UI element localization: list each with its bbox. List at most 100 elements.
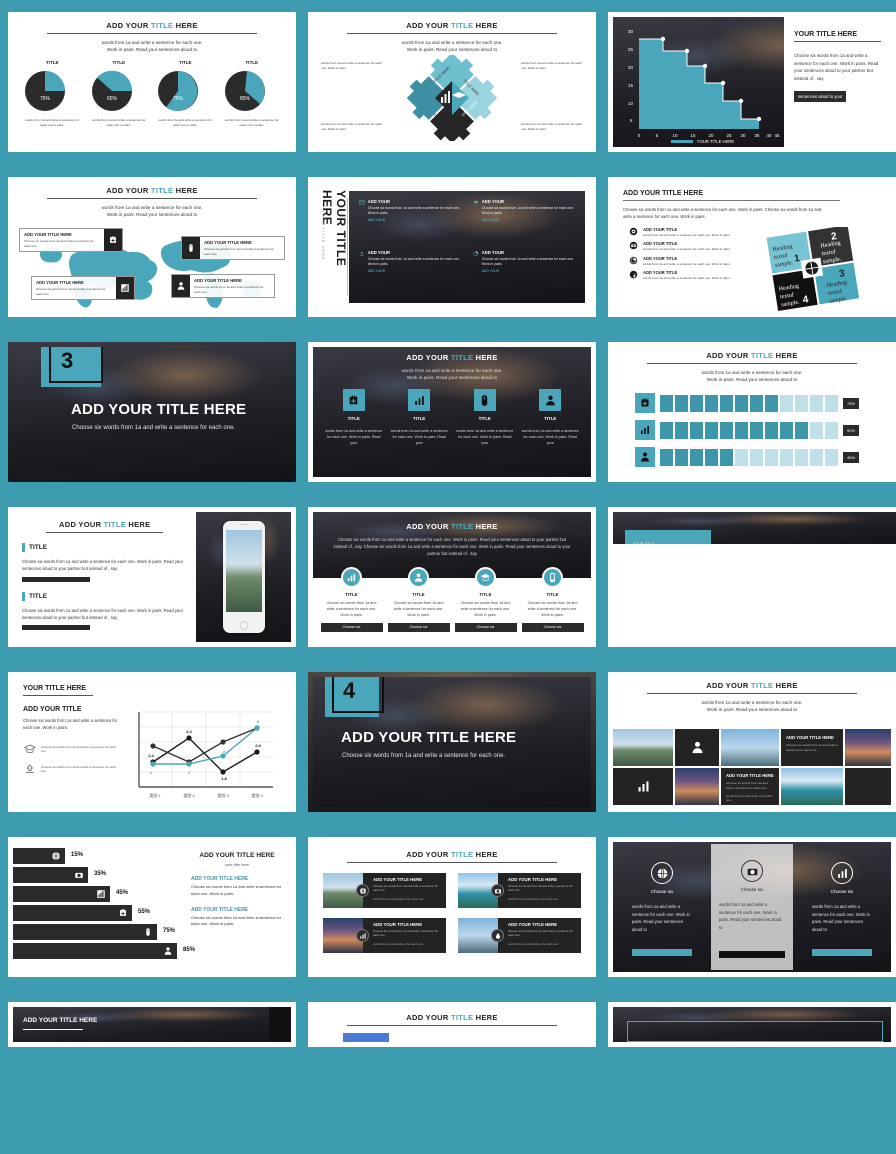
legend-text: Choose six words from 1a and write a sen… xyxy=(41,765,121,773)
image-card[interactable]: ADD YOUR TITLE HERE Choose six words fro… xyxy=(458,918,581,953)
slide-thumbnail-section-4[interactable]: 4 ADD YOUR TITLE HERE Choose six words f… xyxy=(308,672,596,812)
vertical-subtitle: YOUR TITLE HERE xyxy=(321,210,326,261)
title-prefix: ADD YOUR xyxy=(406,850,451,859)
card-title: ADD YOUR TITLE HERE xyxy=(786,735,838,740)
card-title: ADD YOUR TITLE HERE xyxy=(373,877,441,882)
slide-thumbnail-four-icon-dark[interactable]: ADD YOUR TITLE HERE words from 1a and wr… xyxy=(308,342,596,482)
block-body: Choose six words from 1a and write a sen… xyxy=(368,257,461,267)
panel-button[interactable]: sentences aloud to your xyxy=(794,91,846,102)
block-body: Choose six words from 1a and write a sen… xyxy=(368,206,461,216)
callout-body: Choose six words from 1a and write a sen… xyxy=(24,239,100,248)
column-body: Choose six words from 1a and write a sen… xyxy=(321,601,383,619)
glass-panel[interactable]: Choose six words from 1a and write a sen… xyxy=(711,844,793,970)
circle-column: TITLE Choose six words from 1a and write… xyxy=(522,567,584,632)
glass-panel[interactable]: Choose six words from 1a and write a sen… xyxy=(805,848,879,966)
svg-text:25: 25 xyxy=(727,133,732,138)
image-card[interactable]: ADD YOUR TITLE HERE Choose six words fro… xyxy=(323,918,446,953)
column-button[interactable]: Choose six xyxy=(522,623,584,632)
image-card[interactable]: ADD YOUR TITLE HERE Choose six words fro… xyxy=(458,873,581,908)
glass-panel[interactable]: Choose six words from 1a and write a sen… xyxy=(625,848,699,966)
column-button[interactable]: Choose six xyxy=(455,623,517,632)
page-title: ADD YOUR TITLE HERE xyxy=(191,852,283,859)
pie-item: TITLE 75% words from 1a and write a sent… xyxy=(22,60,82,127)
slide-canvas: YOUR TITLE HERE YOUR TITLE HERE ADD YOUR… xyxy=(313,182,591,312)
slide-thumbnail-four-image-cards[interactable]: ADD YOUR TITLE HERE ADD YOUR TITLE HERE … xyxy=(308,837,596,977)
column-button[interactable]: Choose six xyxy=(321,623,383,632)
slide-thumbnail-photo-mosaic[interactable]: ADD YOUR TITLE HERE words from 1a and wr… xyxy=(608,672,896,812)
slide-thumbnail-vertical-title[interactable]: YOUR TITLE HERE YOUR TITLE HERE ADD YOUR… xyxy=(308,177,596,317)
panel-button[interactable] xyxy=(719,951,785,958)
phone-screen-image xyxy=(226,530,262,612)
teal-card: YOUR TITLE ADD YOUR TITLE HERE words fro… xyxy=(625,530,711,544)
page-title: ADD YOUR TITLE HERE xyxy=(313,1007,591,1022)
subtitle: words from 1a and write a sentence for e… xyxy=(13,39,291,53)
icon-column: TITLE words from 1a and write a sentence… xyxy=(521,389,579,446)
title-accent: TITLE xyxy=(451,353,473,362)
slide-thumbnail-teal-card[interactable]: YOUR TITLE ADD YOUR TITLE HERE words fro… xyxy=(608,507,896,647)
block-link[interactable]: ADD YOUR xyxy=(368,269,461,273)
list-item[interactable]: ADD YOUR TITLE words from 1a and write a… xyxy=(629,270,766,280)
title-prefix: ADD YOUR xyxy=(406,21,451,30)
list-item[interactable]: ADD YOUR TITLE words from 1a and write a… xyxy=(629,241,766,251)
card-extra: words from 1a and write a for each one xyxy=(508,942,576,946)
slide-thumbnail-section-3[interactable]: 3 ADD YOUR TITLE HERE Choose six words f… xyxy=(8,342,296,482)
map-callout[interactable]: ADD YOUR TITLE HERE Choose six words fro… xyxy=(181,236,285,260)
globe-icon xyxy=(51,851,61,861)
icon-column: TITLE words from 1a and write a sentence… xyxy=(456,389,514,446)
slide-thumbnail-phone-mockup[interactable]: ADD YOUR TITLE HERE TITLE Choose six wor… xyxy=(8,507,296,647)
subtitle: words from 1a and write a sentence for e… xyxy=(13,204,291,218)
photo-text-block: ADD YOUR Choose six words from 1a and wr… xyxy=(359,250,461,295)
home-button[interactable] xyxy=(239,621,248,630)
panel-button[interactable] xyxy=(632,949,692,956)
panel-button[interactable] xyxy=(812,949,872,956)
map-callout[interactable]: ADD YOUR TITLE HERE Choose six words fro… xyxy=(171,274,275,298)
slide-thumbnail-glass-panels[interactable]: Choose six words from 1a and write a sen… xyxy=(608,837,896,977)
svg-text:类别 3: 类别 3 xyxy=(217,792,229,798)
callout-title: ADD YOUR TITLE HERE xyxy=(194,278,270,283)
slide-thumbnail-circle-icons[interactable]: ADD YOUR TITLE HERE Choose six words fro… xyxy=(308,507,596,647)
title-divider xyxy=(647,693,857,694)
list-item[interactable]: ADD YOUR TITLE words from 1a and write a… xyxy=(629,227,766,237)
bar-row: 35% xyxy=(13,867,88,883)
page-title: ADD YOUR TITLE HERE xyxy=(13,17,291,30)
column-label: TITLE xyxy=(390,416,448,421)
title-accent: TITLE xyxy=(751,681,773,690)
map-callout[interactable]: ADD YOUR TITLE HERE Choose six words fro… xyxy=(19,228,123,252)
image-card[interactable]: ADD YOUR TITLE HERE Choose six words fro… xyxy=(323,873,446,908)
slide-thumbnail-segmented-progress[interactable]: ADD YOUR TITLE HERE words from 1a and wr… xyxy=(608,342,896,482)
block-link[interactable]: ADD YOUR xyxy=(368,218,461,222)
legend-item: Choose six words from 1a and write a sen… xyxy=(23,742,121,756)
pie-caption: words from 1a and write a sentence for e… xyxy=(155,118,215,127)
svg-text:2.8: 2.8 xyxy=(255,743,261,748)
svg-text:10: 10 xyxy=(628,101,633,106)
map-callout[interactable]: ADD YOUR TITLE HERE Choose six words fro… xyxy=(31,276,135,300)
block-title: TITLE xyxy=(29,544,47,551)
slide-thumbnail-pie-chart[interactable]: ADD YOUR TITLE HERE words from 1a and wr… xyxy=(8,12,296,152)
svg-text:0: 0 xyxy=(638,133,641,138)
page-title: ADD YOUR TITLE HERE xyxy=(313,347,591,362)
block-link[interactable]: ADD YOUR xyxy=(482,218,575,222)
svg-text:20: 20 xyxy=(628,65,633,70)
card-body: Choose six words from 1a and write a sen… xyxy=(508,884,576,893)
column-button[interactable]: Choose six xyxy=(388,623,450,632)
block-body: Choose six words from 1a and write a sen… xyxy=(22,607,187,622)
pie-label: TITLE xyxy=(89,60,149,65)
slide-thumbnail-step-chart[interactable]: 302520 15105 051015 20253035 4045 xyxy=(608,12,896,152)
slide-thumbnail-line-chart[interactable]: YOUR TITLE HERE ADD YOUR TITLE Choose si… xyxy=(8,672,296,812)
svg-text:20: 20 xyxy=(709,133,714,138)
slide-thumbnail-icon-list-quad[interactable]: ADD YOUR TITLE HERE Choose six words fro… xyxy=(608,177,896,317)
circle-column: TITLE Choose six words from 1a and write… xyxy=(321,567,383,632)
user-icon xyxy=(539,389,561,411)
bar-chart-icon xyxy=(96,889,106,899)
block-button[interactable] xyxy=(22,625,90,630)
slide-thumbnail-world-map[interactable]: ADD YOUR TITLE HERE words from 1a and wr… xyxy=(8,177,296,317)
bar-chart-icon xyxy=(635,420,655,440)
quadrant-note: words from 1a and write a sentence for e… xyxy=(521,122,583,131)
panel-label: Choose six xyxy=(719,887,785,892)
block-link[interactable]: ADD YOUR xyxy=(482,269,575,273)
svg-text:类别 1: 类别 1 xyxy=(149,792,161,798)
slide-thumbnail-horizontal-bars[interactable]: 15% 35% 45% xyxy=(8,837,296,977)
block-button[interactable] xyxy=(22,577,90,582)
list-item[interactable]: ADD YOUR TITLE words from 1a and write a… xyxy=(629,256,766,266)
slide-thumbnail-diamond-puzzle[interactable]: ADD YOUR TITLE HERE words from 1a and wr… xyxy=(308,12,596,152)
